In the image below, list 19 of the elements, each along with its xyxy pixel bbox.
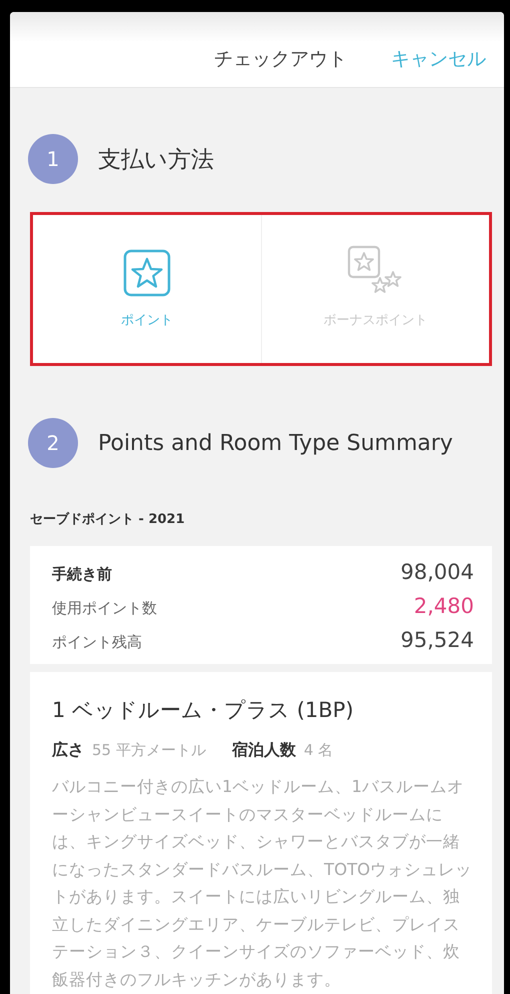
room-description: バルコニー付きの広い1ベッドルーム、1バスルームオーシャンビュースイートのマスターベッドルームには、キングサイズベッド、シャワーとバスタブが一緒になったスタンダードバスルーム、TOTOウォシュレットがあります。スイートには広いリビングルーム、独立したダイニングエリア、ケーブルテレビ、プレイステーション３、クイーンサイズのソファーベッド、炊飯器付きのフルキッチンがあります。 — [52, 776, 474, 990]
cancel-link[interactable]: キャンセル — [391, 46, 486, 72]
row-label: 手続き前 — [52, 565, 112, 584]
screen-title: チェックアウト — [214, 46, 347, 72]
step-title: 支払い方法 — [98, 146, 214, 174]
step-title: Points and Room Type Summary — [98, 430, 453, 456]
section-label: セーブドポイント - 2021 — [29, 510, 186, 528]
room-title: 1 ベッドルーム・プラス (1BP) — [52, 697, 355, 724]
spec-value: 4 名 — [304, 741, 334, 760]
spec-value: 55 平方メートル — [92, 741, 206, 760]
row-value: 98,004 — [400, 560, 474, 584]
row-value: 2,480 — [414, 594, 474, 618]
step-number: 2 — [28, 418, 78, 468]
step-number: 1 — [28, 134, 78, 184]
row-label: 使用ポイント数 — [52, 599, 157, 618]
row-label: ポイント残高 — [52, 633, 142, 652]
spec-label: 宿泊人数 — [232, 740, 296, 761]
row-value: 95,524 — [400, 628, 474, 652]
spec-label: 広さ — [52, 740, 84, 761]
